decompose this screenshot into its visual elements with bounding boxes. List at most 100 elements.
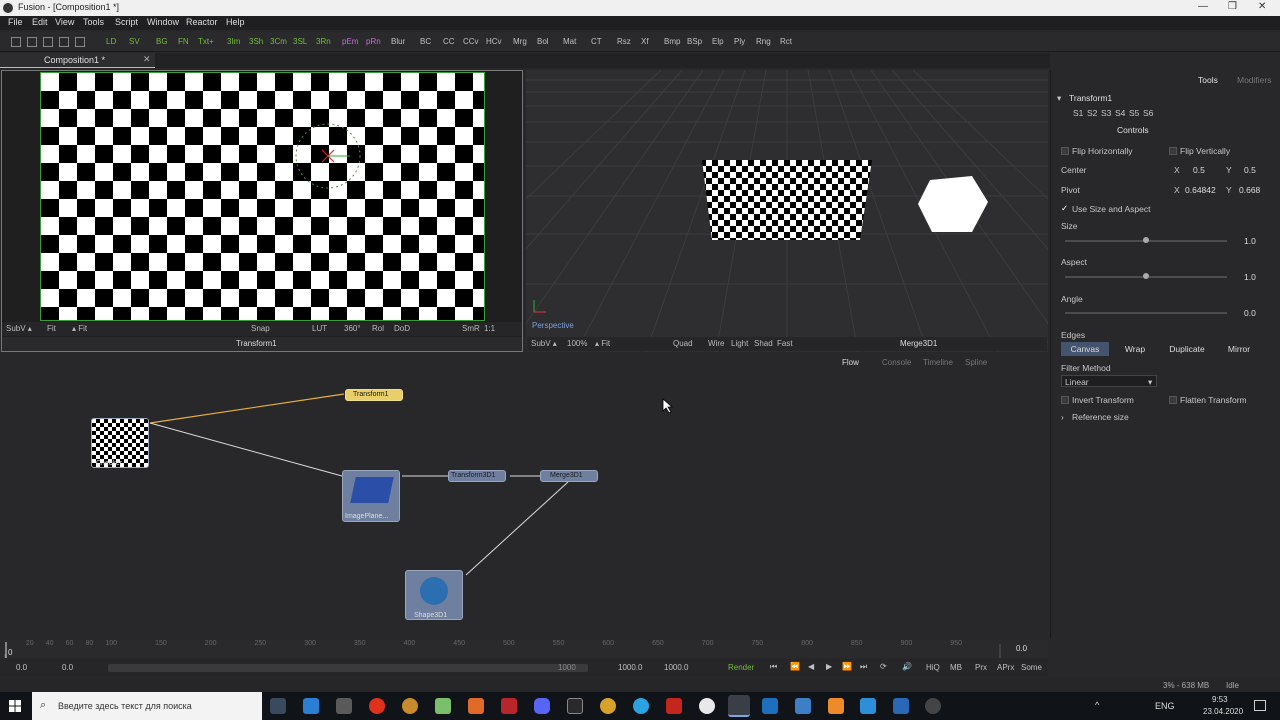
center-x-field[interactable]: 0.5 — [1193, 165, 1205, 175]
tool-mat[interactable]: Mat — [563, 37, 576, 46]
tool-ccv[interactable]: CCv — [463, 37, 479, 46]
prx-button[interactable]: Prx — [975, 663, 987, 672]
expand-icon[interactable]: › — [1061, 412, 1064, 422]
menu-edit[interactable]: Edit — [32, 17, 48, 27]
layout-icon[interactable] — [43, 37, 53, 47]
app-icon[interactable] — [402, 698, 418, 714]
close-tab-icon[interactable]: ✕ — [143, 54, 151, 65]
close-button[interactable]: ✕ — [1258, 1, 1266, 12]
tool-mrg[interactable]: Mrg — [513, 37, 527, 46]
language-indicator[interactable]: ENG — [1155, 701, 1175, 711]
shad-button[interactable]: Shad — [754, 339, 773, 348]
node-graph[interactable]: Checker Transform1 ImagePlane... Transfo… — [0, 372, 1048, 638]
hiq-button[interactable]: HiQ — [926, 663, 940, 672]
minimize-button[interactable]: — — [1198, 1, 1208, 12]
app-icon[interactable] — [828, 698, 844, 714]
use-size-check-icon[interactable]: ✓ — [1061, 203, 1068, 214]
slot-s4[interactable]: S4 — [1115, 108, 1125, 118]
pivot-x-field[interactable]: 0.64842 — [1185, 185, 1216, 195]
play-reverse-icon[interactable]: ◀ — [808, 662, 814, 671]
render-end[interactable]: 1000.0 — [618, 663, 642, 672]
clock-date[interactable]: 23.04.2020 — [1203, 707, 1243, 716]
camera-label[interactable]: Perspective — [532, 321, 574, 330]
taskbar-search[interactable]: ⌕ Введите здесь текст для поиска — [32, 692, 262, 720]
tool-rng[interactable]: Rng — [756, 37, 771, 46]
fit-button[interactable]: Fit — [47, 324, 56, 333]
menu-file[interactable]: File — [8, 17, 23, 27]
subv-button[interactable]: SubV ▴ — [6, 324, 32, 333]
tool-txt[interactable]: Txt+ — [198, 37, 214, 46]
loop-icon[interactable]: ⟳ — [880, 662, 887, 671]
fast-button[interactable]: Fast — [777, 339, 793, 348]
transform-widget[interactable] — [290, 118, 370, 198]
app-icon[interactable] — [762, 698, 778, 714]
edges-canvas-button[interactable]: Canvas — [1061, 342, 1109, 356]
edges-wrap-button[interactable]: Wrap — [1111, 342, 1159, 356]
tool-bc[interactable]: BC — [420, 37, 431, 46]
invert-transform-checkbox[interactable] — [1061, 396, 1069, 404]
tool-3rn[interactable]: 3Rn — [316, 37, 331, 46]
layout-icon[interactable] — [59, 37, 69, 47]
tool-blur[interactable]: Blur — [391, 37, 405, 46]
tool-xf[interactable]: Xf — [641, 37, 649, 46]
time-ruler[interactable]: 0 0.0 20 40 60 80 100 150 200 250 300 350 400 450 50… — [0, 640, 1048, 658]
tool-ld[interactable]: LD — [106, 37, 116, 46]
tool-hcv[interactable]: HCv — [486, 37, 502, 46]
tool-rsz[interactable]: Rsz — [617, 37, 631, 46]
fusion-taskbar-icon[interactable] — [728, 695, 750, 717]
layout-icon[interactable] — [11, 37, 21, 47]
windows-start-icon[interactable] — [9, 700, 21, 712]
tab-spline[interactable]: Spline — [965, 358, 987, 367]
app-icon[interactable] — [699, 698, 715, 714]
calculator-icon[interactable] — [336, 698, 352, 714]
mb-button[interactable]: MB — [950, 663, 962, 672]
snap-button[interactable]: Snap — [251, 324, 270, 333]
app-icon[interactable] — [893, 698, 909, 714]
lut-button[interactable]: LUT — [312, 324, 327, 333]
smr-button[interactable]: SmR — [462, 324, 480, 333]
layout-icon[interactable] — [75, 37, 85, 47]
zoom-level[interactable]: 100% — [567, 339, 587, 348]
360-button[interactable]: 360° — [344, 324, 361, 333]
tool-bmp[interactable]: Bmp — [664, 37, 680, 46]
current-time[interactable]: 0.0 — [1016, 644, 1027, 653]
tab-flow[interactable]: Flow — [842, 358, 859, 367]
app-icon[interactable] — [567, 698, 583, 714]
viewer-right-3d[interactable] — [526, 70, 1048, 352]
menu-window[interactable]: Window — [147, 17, 179, 27]
tab-timeline[interactable]: Timeline — [923, 358, 953, 367]
slot-s1[interactable]: S1 — [1073, 108, 1083, 118]
slot-s2[interactable]: S2 — [1087, 108, 1097, 118]
tool-pem[interactable]: pEm — [342, 37, 358, 46]
fit-button-2[interactable]: ▴ Fit — [72, 324, 87, 333]
step-forward-icon[interactable]: ⏩ — [842, 662, 852, 671]
tool-rct[interactable]: Rct — [780, 37, 792, 46]
tool-cc[interactable]: CC — [443, 37, 455, 46]
light-button[interactable]: Light — [731, 339, 748, 348]
app-icon[interactable] — [600, 698, 616, 714]
go-to-end-icon[interactable]: ⏭ — [860, 662, 867, 672]
tool-ply[interactable]: Ply — [734, 37, 745, 46]
tool-bol[interactable]: Bol — [537, 37, 549, 46]
range-slider[interactable] — [108, 664, 588, 672]
reference-size-label[interactable]: Reference size — [1072, 412, 1129, 422]
section-controls[interactable]: Controls — [1117, 125, 1149, 135]
subv-button-right[interactable]: SubV ▴ — [531, 339, 557, 348]
edges-duplicate-button[interactable]: Duplicate — [1161, 342, 1213, 356]
edges-mirror-button[interactable]: Mirror — [1215, 342, 1263, 356]
render-button[interactable]: Render — [728, 663, 754, 672]
global-start[interactable]: 0.0 — [16, 663, 27, 672]
wire-button[interactable]: Wire — [708, 339, 724, 348]
global-end[interactable]: 1000.0 — [664, 663, 688, 672]
slot-s5[interactable]: S5 — [1129, 108, 1139, 118]
app-icon[interactable] — [303, 698, 319, 714]
flip-v-checkbox[interactable] — [1169, 147, 1177, 155]
yandex-icon[interactable] — [369, 698, 385, 714]
tool-prn[interactable]: pRn — [366, 37, 381, 46]
app-icon[interactable] — [925, 698, 941, 714]
app-icon[interactable] — [501, 698, 517, 714]
aspect-slider-knob[interactable] — [1143, 273, 1149, 279]
pivot-y-field[interactable]: 0.668 — [1239, 185, 1260, 195]
dod-button[interactable]: DoD — [394, 324, 410, 333]
app-icon[interactable] — [468, 698, 484, 714]
